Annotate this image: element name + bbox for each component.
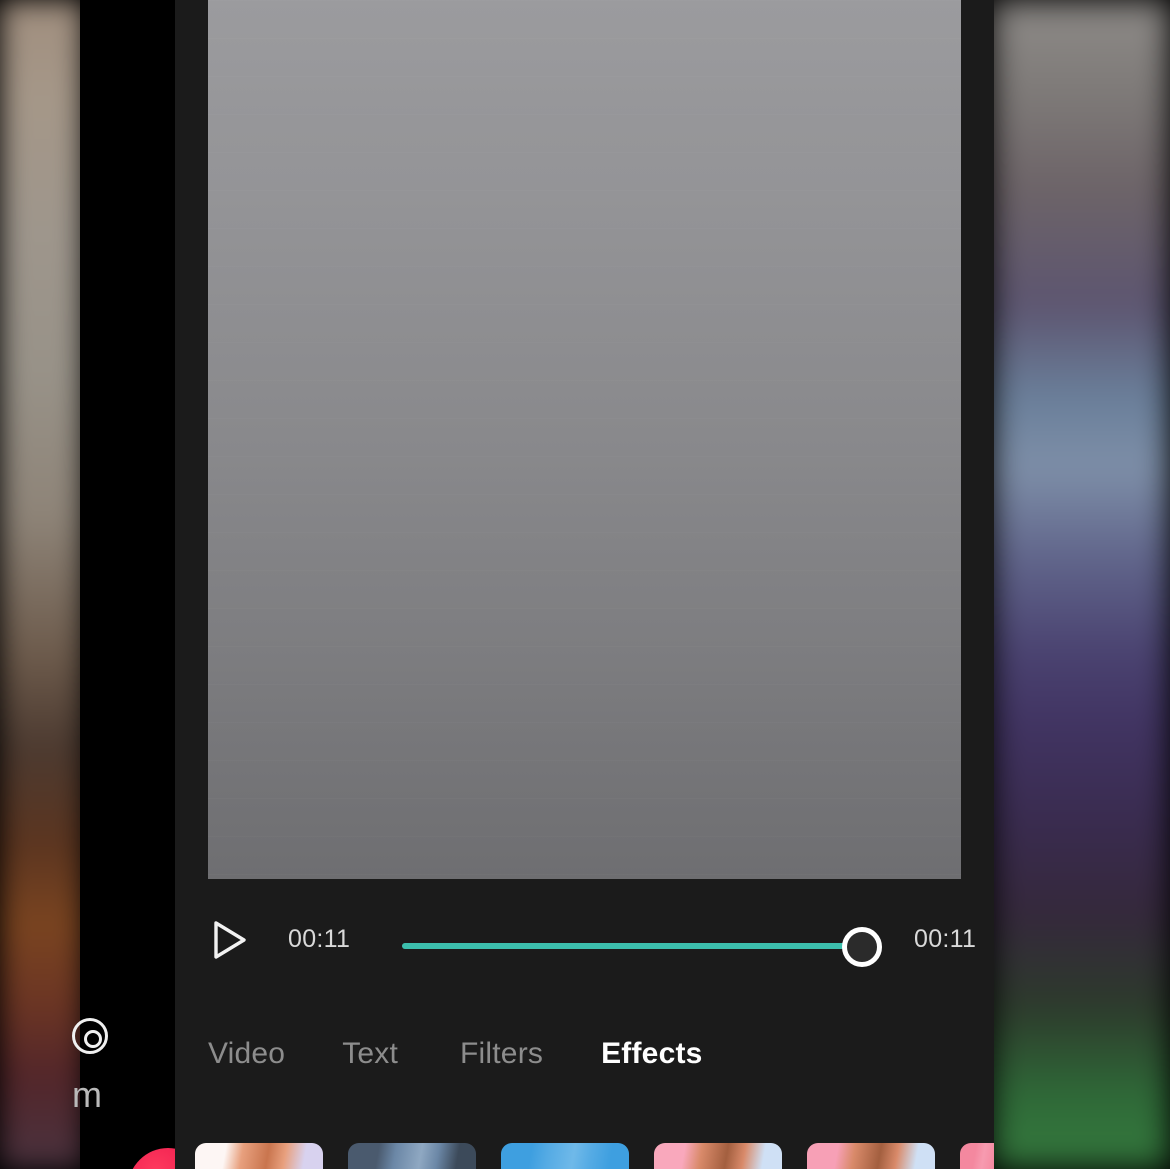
video-editor-panel: 00:11 00:11 Video Text Filters Effects	[175, 0, 994, 1169]
background-app-surface	[80, 0, 180, 952]
effect-thumb-4[interactable]	[654, 1143, 782, 1169]
effect-thumb-1[interactable]	[195, 1143, 323, 1169]
effect-thumb-2[interactable]	[348, 1143, 476, 1169]
total-time-label: 00:11	[914, 925, 977, 953]
background-app	[80, 0, 180, 1169]
playback-controls: 00:11 00:11	[175, 879, 994, 997]
video-preview-scanlines	[208, 0, 961, 879]
tab-filters[interactable]: Filters	[460, 1037, 543, 1071]
vinyl-record-icon	[72, 1018, 108, 1054]
play-button[interactable]	[208, 918, 252, 962]
backdrop-left	[0, 0, 84, 1169]
tab-video[interactable]: Video	[208, 1037, 285, 1071]
background-app-caption: m	[72, 1074, 103, 1115]
editor-tab-bar: Video Text Filters Effects	[175, 1012, 994, 1096]
current-time-label: 00:11	[288, 925, 351, 953]
effects-thumbnail-strip[interactable]	[175, 1143, 994, 1169]
screen-root: m 00:11 00:11 Video Text Filters Effects	[0, 0, 1170, 1169]
tab-effects[interactable]: Effects	[601, 1037, 702, 1071]
backdrop-right	[992, 0, 1170, 1169]
effect-thumb-6[interactable]	[960, 1143, 994, 1169]
effect-thumb-5[interactable]	[807, 1143, 935, 1169]
playback-slider[interactable]	[402, 927, 882, 967]
effect-thumb-3[interactable]	[501, 1143, 629, 1169]
video-preview[interactable]	[208, 0, 961, 879]
tab-text[interactable]: Text	[342, 1037, 398, 1071]
slider-fill	[402, 943, 862, 949]
slider-thumb[interactable]	[842, 927, 882, 967]
